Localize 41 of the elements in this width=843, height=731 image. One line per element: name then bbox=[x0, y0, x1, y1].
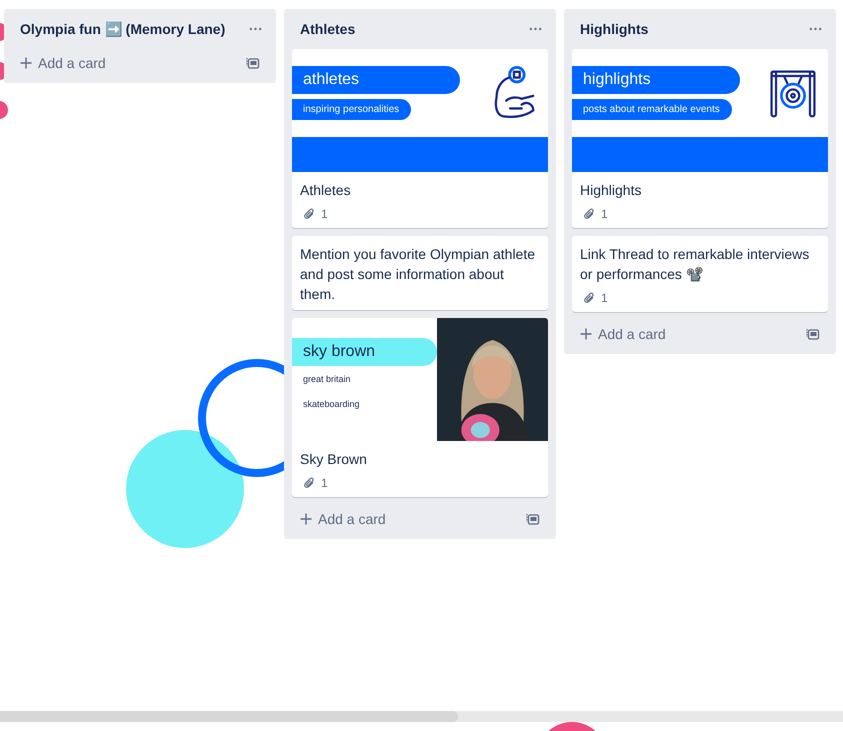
template-icon[interactable] bbox=[246, 56, 260, 70]
more-icon[interactable] bbox=[809, 27, 822, 31]
cover-caption: great britain bbox=[302, 374, 351, 384]
card-title: Sky Brown bbox=[300, 450, 368, 469]
card-title: Mention you favorite Olympian athlete and post some information about them. bbox=[300, 245, 536, 304]
list-title: Highlights bbox=[580, 21, 648, 37]
card[interactable]: Mention you favorite Olympian athlete and post some information about them. bbox=[292, 236, 548, 310]
paperclip-icon bbox=[303, 476, 316, 490]
more-icon[interactable] bbox=[249, 27, 262, 31]
add-card-button[interactable]: Add a card bbox=[292, 507, 394, 531]
cover-title: sky brown bbox=[292, 338, 437, 366]
horizontal-scrollbar[interactable] bbox=[0, 711, 843, 722]
plus-icon bbox=[580, 328, 592, 340]
attachment-count: 1 bbox=[601, 207, 608, 221]
cover-subtitle: inspiring personalities bbox=[292, 99, 412, 120]
card[interactable]: sky brown great britain skateboarding Sky Brown 1 bbox=[292, 318, 548, 497]
card[interactable]: athletes inspiring personalities Athletes 1 bbox=[292, 49, 548, 228]
cover-title: highlights bbox=[572, 66, 740, 94]
list-title: Olympia fun ➡ (Memory Lane) bbox=[20, 21, 226, 37]
card-title: Highlights bbox=[580, 181, 642, 200]
add-card-button[interactable]: Add a card bbox=[12, 51, 114, 75]
cover-title: athletes bbox=[292, 66, 460, 94]
more-icon[interactable] bbox=[529, 27, 542, 31]
card[interactable]: highlights posts about remarkable events Highlights 1 bbox=[572, 49, 828, 228]
paperclip-icon bbox=[583, 292, 596, 304]
cover-subtitle: posts about remarkable events bbox=[572, 99, 732, 120]
card-title: Athletes bbox=[300, 181, 352, 200]
plus-icon bbox=[20, 57, 32, 69]
template-icon[interactable] bbox=[806, 327, 820, 341]
cover-caption: skateboarding bbox=[302, 399, 360, 409]
attachment-count: 1 bbox=[321, 207, 328, 221]
paperclip-icon bbox=[583, 208, 596, 220]
attachment-count: 1 bbox=[321, 476, 328, 490]
list-title: Athletes bbox=[300, 21, 356, 37]
card-title: Link Thread to remarkable interviews or performances 📽 bbox=[580, 245, 810, 284]
attachment-count: 1 bbox=[601, 291, 608, 305]
card[interactable]: Link Thread to remarkable interviews or performances 📽 1 bbox=[572, 236, 828, 312]
paperclip-icon bbox=[303, 208, 316, 220]
add-card-button[interactable]: Add a card bbox=[572, 322, 674, 346]
plus-icon bbox=[300, 513, 312, 525]
template-icon[interactable] bbox=[526, 512, 540, 526]
